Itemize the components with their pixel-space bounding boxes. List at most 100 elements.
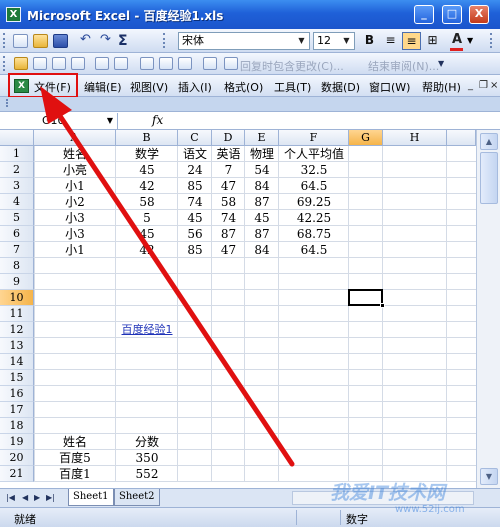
menu-data[interactable]: 数据(D)	[321, 79, 360, 95]
data-cell[interactable]: 68.75	[279, 226, 349, 242]
data-cell[interactable]: 54	[245, 162, 279, 178]
data-cell[interactable]: 552	[116, 466, 178, 482]
data-cell[interactable]: 45	[245, 210, 279, 226]
row-header-16[interactable]: 16	[0, 386, 34, 402]
close-button[interactable]: X	[469, 5, 489, 24]
ink-annotation-icon[interactable]	[203, 57, 217, 70]
data-cell[interactable]: 42	[116, 178, 178, 194]
select-all-corner[interactable]	[0, 130, 34, 146]
restore-button[interactable]: □	[442, 5, 462, 24]
autosum-button[interactable]: Σ	[118, 33, 128, 49]
data-cell[interactable]: 42	[116, 242, 178, 258]
data-cell[interactable]: 56	[178, 226, 212, 242]
data-cell[interactable]: 小3	[34, 210, 116, 226]
data-cell[interactable]: 85	[178, 178, 212, 194]
toolbar-grip[interactable]	[3, 56, 6, 71]
font-color-button[interactable]: A	[452, 32, 462, 47]
name-box[interactable]: G10 ▼	[4, 113, 118, 129]
menu-insert[interactable]: 插入(I)	[178, 79, 212, 95]
data-cell[interactable]: 58	[212, 194, 245, 210]
minimize-button[interactable]: _	[414, 5, 434, 24]
data-cell[interactable]: 74	[212, 210, 245, 226]
row-header-21[interactable]: 21	[0, 466, 34, 482]
data-cell[interactable]: 85	[178, 242, 212, 258]
data-cell[interactable]: 47	[212, 178, 245, 194]
data-cell[interactable]: 45	[116, 162, 178, 178]
font-size-select[interactable]: 12 ▼	[313, 32, 355, 50]
formula-input[interactable]	[172, 114, 492, 128]
menu-window[interactable]: 窗口(W)	[369, 79, 410, 95]
previous-comment-icon[interactable]	[95, 57, 109, 70]
merge-center-icon[interactable]: ⊞	[423, 32, 442, 50]
data-cell[interactable]: 87	[212, 226, 245, 242]
row-header-6[interactable]: 6	[0, 226, 34, 242]
save-icon[interactable]	[53, 34, 68, 48]
column-header-e[interactable]: E	[245, 130, 279, 146]
toolbar-grip[interactable]	[163, 33, 166, 48]
data-cell[interactable]: 47	[212, 242, 245, 258]
header-cell[interactable]: 姓名	[34, 146, 116, 162]
scroll-down-icon[interactable]: ▼	[480, 468, 498, 485]
doc-close-icon[interactable]: ×	[490, 80, 498, 91]
data-cell[interactable]: 84	[245, 242, 279, 258]
toolbar-grip[interactable]	[490, 33, 493, 48]
align-left-icon[interactable]: ≡	[381, 32, 400, 50]
row-header-10[interactable]: 10	[0, 290, 34, 306]
header-cell[interactable]: 物理	[245, 146, 279, 162]
header-cell[interactable]: 个人平均值	[279, 146, 349, 162]
end-review-button[interactable]: 结束审阅(N)...	[368, 58, 439, 74]
track-changes-icon[interactable]	[140, 57, 154, 70]
header-cell[interactable]: 数学	[116, 146, 178, 162]
row-header-15[interactable]: 15	[0, 370, 34, 386]
chevron-down-icon[interactable]: ▼	[340, 34, 353, 48]
toolbar-grip[interactable]	[6, 99, 9, 107]
data-cell[interactable]: 74	[178, 194, 212, 210]
fill-handle[interactable]	[380, 303, 385, 308]
hyperlink-cell[interactable]: 百度经验1	[116, 322, 178, 338]
header-cell[interactable]: 语文	[178, 146, 212, 162]
prev-sheet-icon[interactable]: ◀	[22, 493, 28, 502]
data-cell[interactable]: 百度1	[34, 466, 116, 482]
redo-icon[interactable]: ↷	[100, 32, 115, 47]
next-sheet-icon[interactable]: ▶	[34, 493, 40, 502]
first-sheet-icon[interactable]: |◀	[6, 493, 15, 502]
scroll-up-icon[interactable]: ▲	[480, 133, 498, 150]
data-cell[interactable]: 45	[178, 210, 212, 226]
worksheet-grid[interactable]: A B C D E F G H 1 2 3 4 5 6 7 8 9 10 11 12 13 14 15 16 17 18 19 20 2…	[0, 130, 476, 488]
data-cell[interactable]: 87	[245, 194, 279, 210]
data-cell[interactable]: 小1	[34, 242, 116, 258]
row-header-14[interactable]: 14	[0, 354, 34, 370]
column-header-f[interactable]: F	[279, 130, 349, 146]
data-cell[interactable]: 小1	[34, 178, 116, 194]
doc-minimize-icon[interactable]: _	[468, 80, 473, 91]
vertical-scrollbar[interactable]: ▲ ▼	[476, 130, 500, 488]
mail-recipient-icon[interactable]	[178, 57, 192, 70]
column-header-d[interactable]: D	[212, 130, 245, 146]
toolbar-grip[interactable]	[3, 33, 6, 48]
menu-format[interactable]: 格式(O)	[224, 79, 263, 95]
row-header-11[interactable]: 11	[0, 306, 34, 322]
data-cell[interactable]: 42.25	[279, 210, 349, 226]
data-cell[interactable]: 百度5	[34, 450, 116, 466]
row-header-20[interactable]: 20	[0, 450, 34, 466]
column-header-b[interactable]: B	[116, 130, 178, 146]
active-cell-border[interactable]	[348, 289, 383, 306]
row-header-2[interactable]: 2	[0, 162, 34, 178]
last-sheet-icon[interactable]: ▶|	[46, 493, 55, 502]
align-center-button[interactable]: ≡	[402, 32, 421, 50]
chevron-down-icon[interactable]: ▼	[295, 34, 308, 48]
row-header-12[interactable]: 12	[0, 322, 34, 338]
column-header-a[interactable]: A	[34, 130, 116, 146]
row-header-5[interactable]: 5	[0, 210, 34, 226]
menu-tools[interactable]: 工具(T)	[274, 79, 311, 95]
reply-with-changes-button[interactable]: 回复时包含更改(C)...	[240, 58, 344, 74]
menu-help[interactable]: 帮助(H)	[422, 79, 461, 95]
next-comment-icon[interactable]	[114, 57, 128, 70]
comment-icon[interactable]	[33, 57, 47, 70]
data-cell[interactable]: 小亮	[34, 162, 116, 178]
tab-sheet2[interactable]: Sheet2	[114, 489, 160, 506]
header-cell[interactable]: 英语	[212, 146, 245, 162]
data-cell[interactable]: 58	[116, 194, 178, 210]
column-header-h[interactable]: H	[383, 130, 447, 146]
data-cell[interactable]: 69.25	[279, 194, 349, 210]
